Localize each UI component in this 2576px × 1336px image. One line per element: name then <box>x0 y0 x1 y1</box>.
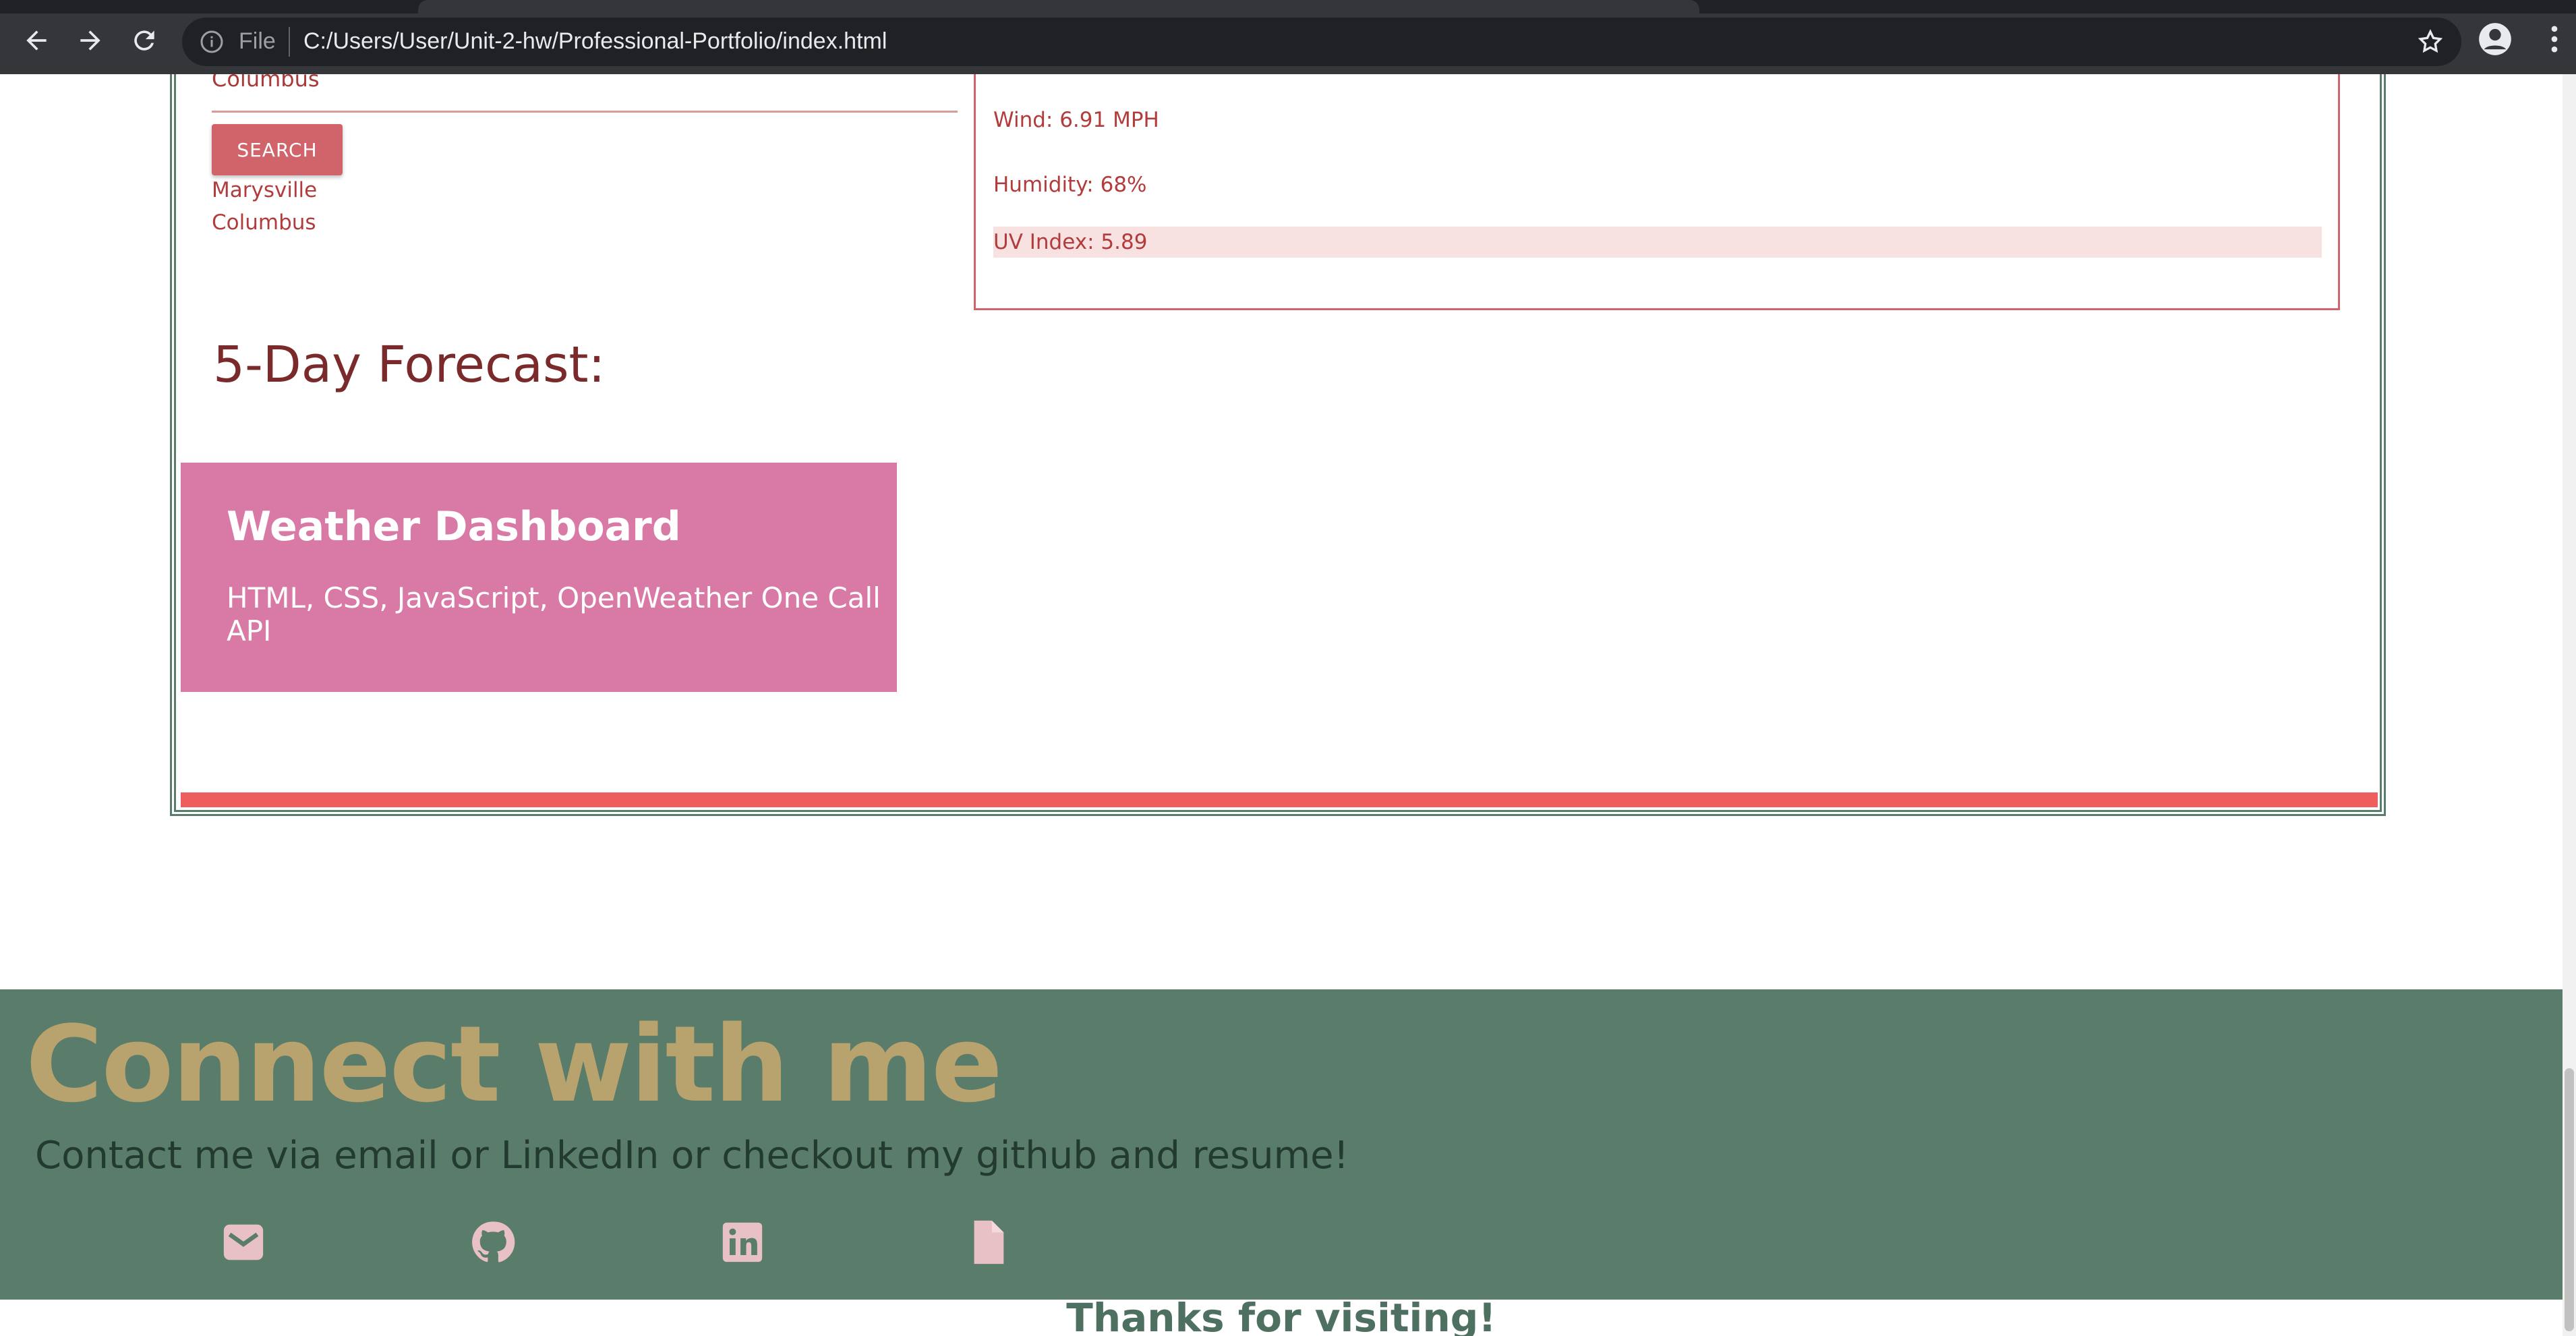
linkedin-icon[interactable] <box>719 1219 766 1266</box>
scrollbar-thumb[interactable] <box>2565 1068 2574 1331</box>
project-tech: HTML, CSS, JavaScript, OpenWeather One C… <box>227 581 881 647</box>
contact-text: Contact me via email or LinkedIn or chec… <box>35 1134 1349 1178</box>
active-tab[interactable] <box>418 0 1699 13</box>
resume-icon[interactable] <box>964 1219 1012 1266</box>
profile-button[interactable] <box>2478 22 2513 57</box>
info-icon[interactable] <box>200 30 224 54</box>
scheme-label: File <box>239 28 276 54</box>
reload-button[interactable] <box>124 20 165 61</box>
forward-button[interactable] <box>70 20 111 61</box>
back-button[interactable] <box>16 20 57 61</box>
omnibox-divider <box>289 27 290 57</box>
contact-title: Connect with me <box>26 1003 1003 1126</box>
profile-icon <box>2479 23 2511 55</box>
address-bar[interactable]: File C:/Users/User/Unit-2-hw/Professiona… <box>182 18 2461 66</box>
tab-strip <box>0 0 2576 13</box>
back-icon <box>26 30 47 51</box>
project-title: Weather Dashboard <box>227 503 681 550</box>
page-viewport: Columbus SEARCH Marysville Columbus Wind… <box>0 74 2563 1336</box>
project-card[interactable]: Weather Dashboard HTML, CSS, JavaScript,… <box>181 463 897 692</box>
current-weather-panel: Wind: 6.91 MPH Humidity: 68% UV Index: 5… <box>974 74 2340 310</box>
page-scrollbar[interactable] <box>2563 74 2576 1336</box>
search-button[interactable]: SEARCH <box>212 124 343 175</box>
menu-icon <box>2551 26 2558 53</box>
github-icon[interactable] <box>469 1219 517 1266</box>
history-item-columbus[interactable]: Columbus <box>212 210 316 235</box>
wind-value: Wind: 6.91 MPH <box>993 108 1159 132</box>
humidity-value: Humidity: 68% <box>993 173 1147 197</box>
reload-icon <box>134 30 154 51</box>
uv-index-value: UV Index: 5.89 <box>993 227 2322 258</box>
url-text[interactable]: C:/Users/User/Unit-2-hw/Professional-Por… <box>303 28 887 55</box>
menu-button[interactable] <box>2537 22 2572 57</box>
search-input-underline <box>212 111 958 113</box>
accent-bar <box>181 792 2378 807</box>
thanks-message: Thanks for visiting! <box>1066 1295 1496 1336</box>
forward-icon <box>80 30 100 51</box>
star-icon[interactable] <box>2417 28 2444 55</box>
contact-section: Connect with me Contact me via email or … <box>0 989 2563 1300</box>
history-item-marysville[interactable]: Marysville <box>212 178 317 202</box>
forecast-title: 5-Day Forecast: <box>213 336 606 394</box>
browser-toolbar: File C:/Users/User/Unit-2-hw/Professiona… <box>0 0 2576 74</box>
email-icon[interactable] <box>220 1219 267 1266</box>
city-search-input[interactable]: Columbus <box>212 74 320 92</box>
